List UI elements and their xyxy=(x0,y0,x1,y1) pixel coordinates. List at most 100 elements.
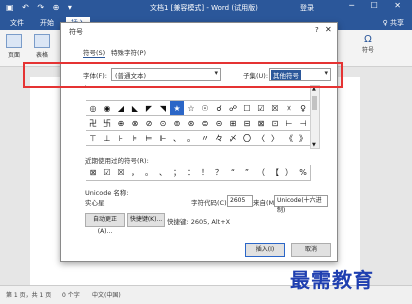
symbol-cell[interactable]: ⊗ xyxy=(128,116,143,131)
help-icon[interactable]: ? xyxy=(315,26,319,34)
symbol-cell[interactable] xyxy=(268,86,283,101)
recent-symbol-cell[interactable]: “ xyxy=(226,165,241,181)
symbol-cell[interactable]: ⊧ xyxy=(128,131,143,146)
symbol-cell[interactable]: ⊚ xyxy=(170,116,185,131)
symbol-cell[interactable]: 、 xyxy=(170,131,185,146)
symbol-cell[interactable]: ⊟ xyxy=(240,116,255,131)
symbol-cell[interactable]: 〉 xyxy=(268,131,283,146)
symbol-cell[interactable]: 〃 xyxy=(198,131,213,146)
symbol-cell[interactable]: ☉ xyxy=(198,101,213,116)
pages-button[interactable]: 页面 xyxy=(6,34,22,59)
symbol-cell[interactable]: 》 xyxy=(296,131,311,146)
recent-symbol-cell[interactable]: ， xyxy=(128,165,143,181)
recent-symbol-cell[interactable]: （ xyxy=(254,165,269,181)
from-select[interactable]: Unicode(十六进制) xyxy=(274,195,328,214)
shortcut-key-button[interactable]: 快捷键(K)... xyxy=(127,213,165,227)
symbol-button[interactable]: Ω 符号 xyxy=(362,34,374,54)
share-button[interactable]: ♀ 共享 xyxy=(383,18,404,28)
symbol-cell[interactable] xyxy=(184,86,199,101)
symbol-cell[interactable]: ⊤ xyxy=(86,131,101,146)
recent-symbol-cell[interactable]: 、 xyxy=(156,165,171,181)
symbol-cell[interactable]: ◎ xyxy=(86,101,101,116)
symbol-cell[interactable]: ♀ xyxy=(296,101,311,116)
symbol-cell[interactable]: ⊦ xyxy=(114,131,129,146)
symbol-cell[interactable] xyxy=(240,86,255,101)
symbol-grid-scrollbar[interactable]: ▲ ▼ xyxy=(310,85,320,149)
symbol-cell[interactable]: ⊢ xyxy=(282,116,297,131)
recent-symbol-cell[interactable]: 。 xyxy=(142,165,157,181)
char-code-input[interactable]: 2605 xyxy=(227,195,253,207)
symbol-cell[interactable]: ⊣ xyxy=(296,116,311,131)
symbol-cell[interactable] xyxy=(212,86,227,101)
language-indicator[interactable]: 中文(中国) xyxy=(92,290,121,299)
symbol-cell[interactable]: 卐 xyxy=(100,116,115,131)
table-button[interactable]: 表格 xyxy=(34,34,50,59)
symbol-cell[interactable] xyxy=(156,86,171,101)
tab-home[interactable]: 开始 xyxy=(40,18,54,28)
symbol-cell[interactable]: ⊨ xyxy=(142,131,157,146)
symbol-cell[interactable]: ⊞ xyxy=(226,116,241,131)
symbol-cell[interactable]: 卍 xyxy=(86,116,101,131)
symbol-cell[interactable]: ☍ xyxy=(226,101,241,116)
symbol-cell[interactable]: ☐ xyxy=(240,101,255,116)
recent-symbol-cell[interactable]: ！ xyxy=(198,165,213,181)
symbol-cell[interactable]: ◢ xyxy=(114,101,129,116)
window-controls[interactable]: ─ ☐ ✕ xyxy=(349,1,408,10)
scroll-thumb[interactable] xyxy=(312,96,317,110)
symbol-cell[interactable] xyxy=(282,86,297,101)
recent-symbol-cell[interactable]: ☑ xyxy=(100,165,115,181)
scroll-down-icon[interactable]: ▼ xyxy=(312,142,316,148)
symbol-cell[interactable]: ◤ xyxy=(142,101,157,116)
tab-file[interactable]: 文件 xyxy=(10,18,24,28)
symbol-cell[interactable] xyxy=(100,86,115,101)
tab-symbols[interactable]: 符号(S) xyxy=(83,47,106,58)
symbol-cell[interactable] xyxy=(198,86,213,101)
symbol-cell[interactable]: ☆ xyxy=(184,101,199,116)
symbol-cell[interactable] xyxy=(296,86,311,101)
symbol-cell[interactable]: ◣ xyxy=(128,101,143,116)
recent-symbol-cell[interactable]: ） xyxy=(282,165,297,181)
cancel-button[interactable]: 取消 xyxy=(291,243,331,257)
quick-access-toolbar[interactable]: ▣ ↶ ↷ ⊕ ▾ xyxy=(6,3,75,12)
symbol-cell[interactable]: ☓ xyxy=(282,101,297,116)
close-icon[interactable]: ✕ xyxy=(325,25,332,34)
recent-symbol-cell[interactable]: % xyxy=(296,165,311,181)
autocorrect-button[interactable]: 自动更正(A)... xyxy=(85,213,125,235)
symbol-cell[interactable]: 《 xyxy=(282,131,297,146)
recent-symbol-cell[interactable]: ☒ xyxy=(114,165,129,181)
symbol-cell[interactable]: ◉ xyxy=(100,101,115,116)
symbol-cell[interactable]: ⊠ xyxy=(254,116,269,131)
symbol-cell[interactable] xyxy=(114,86,129,101)
symbol-cell[interactable]: 〆 xyxy=(226,131,241,146)
symbol-cell[interactable]: ★ xyxy=(170,101,185,116)
insert-button[interactable]: 插入(I) xyxy=(245,243,285,257)
symbol-cell[interactable]: ⊡ xyxy=(268,116,283,131)
symbol-cell[interactable]: ⊘ xyxy=(142,116,157,131)
symbol-cell[interactable]: ⊜ xyxy=(198,116,213,131)
recent-symbol-cell[interactable]: 【 xyxy=(268,165,283,181)
symbol-cell[interactable]: ⊩ xyxy=(156,131,171,146)
symbol-cell[interactable]: ◥ xyxy=(156,101,171,116)
login-button[interactable]: 登录 xyxy=(300,3,314,13)
symbol-cell[interactable]: ⊕ xyxy=(114,116,129,131)
symbol-cell[interactable]: ⊙ xyxy=(156,116,171,131)
symbol-cell[interactable] xyxy=(128,86,143,101)
symbol-cell[interactable]: 々 xyxy=(212,131,227,146)
symbol-cell[interactable]: ⊥ xyxy=(100,131,115,146)
symbol-cell[interactable]: 〇 xyxy=(240,131,255,146)
symbol-cell[interactable]: ⊝ xyxy=(212,116,227,131)
symbol-cell[interactable] xyxy=(254,86,269,101)
symbol-cell[interactable] xyxy=(86,86,101,101)
recent-symbol-cell[interactable]: ？ xyxy=(212,165,227,181)
recent-symbol-cell[interactable]: ； xyxy=(170,165,185,181)
symbol-cell[interactable]: 。 xyxy=(184,131,199,146)
symbol-cell[interactable]: ☒ xyxy=(268,101,283,116)
tab-special-characters[interactable]: 特殊字符(P) xyxy=(111,47,146,57)
symbol-cell[interactable]: ☑ xyxy=(254,101,269,116)
recent-symbol-cell[interactable]: ： xyxy=(184,165,199,181)
symbol-cell[interactable] xyxy=(226,86,241,101)
symbol-cell[interactable] xyxy=(142,86,157,101)
symbol-cell[interactable]: 〈 xyxy=(254,131,269,146)
recent-symbol-cell[interactable]: ” xyxy=(240,165,255,181)
symbol-cell[interactable] xyxy=(170,86,185,101)
